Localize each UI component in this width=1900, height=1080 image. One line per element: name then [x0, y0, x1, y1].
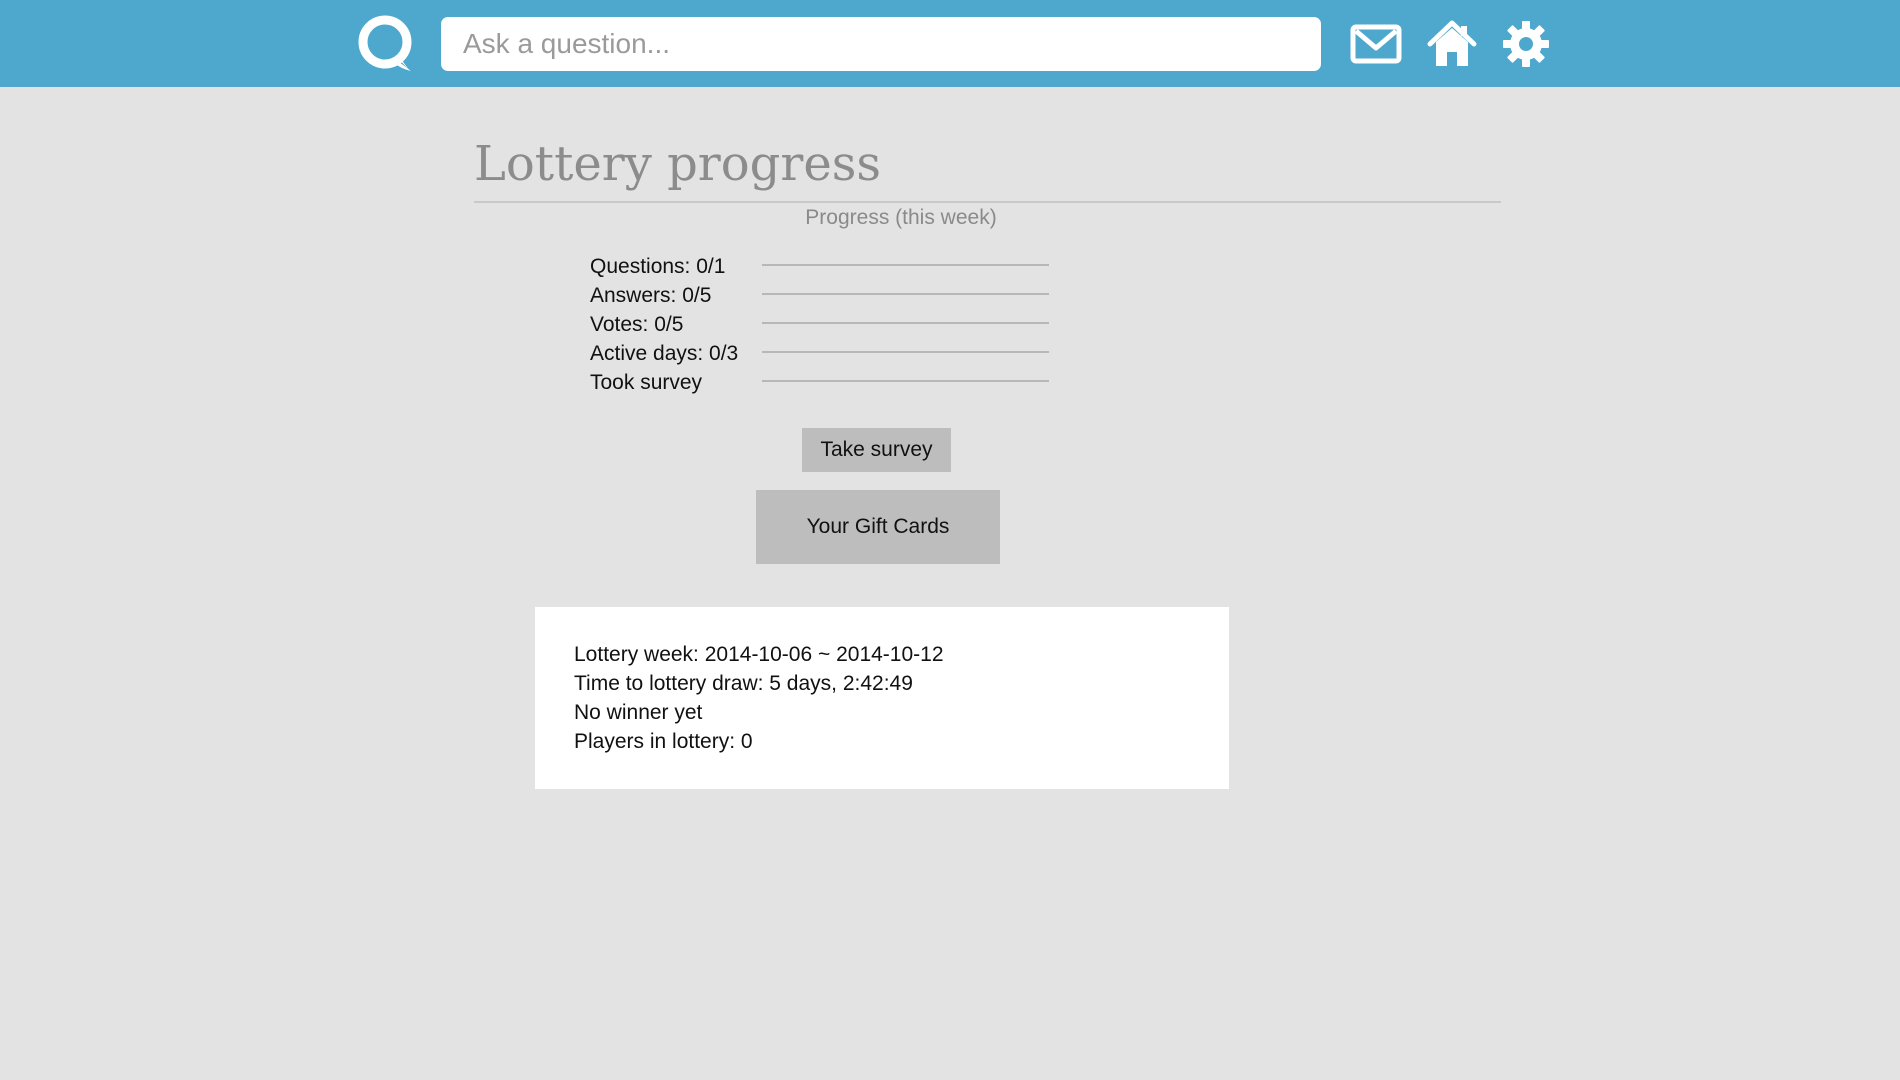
- logo-icon[interactable]: [357, 15, 415, 73]
- search-input[interactable]: [441, 17, 1321, 71]
- progress-label: Answers: 0/5: [590, 283, 712, 307]
- progress-label: Questions: 0/1: [590, 254, 726, 278]
- progress-label: Votes: 0/5: [590, 312, 684, 336]
- progress-row-questions: Questions: 0/1: [590, 252, 1050, 281]
- progress-bar: [762, 380, 1049, 382]
- progress-label: Took survey: [590, 370, 703, 394]
- mail-icon[interactable]: [1350, 18, 1402, 70]
- progress-bar: [762, 264, 1049, 266]
- progress-caption: Progress (this week): [805, 206, 997, 229]
- progress-bar: [762, 351, 1049, 353]
- time-to-draw: Time to lottery draw: 5 days, 2:42:49: [574, 672, 913, 695]
- lottery-week: Lottery week: 2014-10-06 ~ 2014-10-12: [574, 643, 944, 666]
- progress-bar: [762, 322, 1049, 324]
- lottery-info-card: Lottery week: 2014-10-06 ~ 2014-10-12 Ti…: [535, 607, 1229, 789]
- progress-row-took-survey: Took survey: [590, 368, 1050, 397]
- gift-cards-button[interactable]: Your Gift Cards: [756, 490, 1000, 564]
- progress-list: Questions: 0/1 Answers: 0/5 Votes: 0/5 A…: [590, 252, 1050, 397]
- take-survey-button[interactable]: Take survey: [802, 428, 951, 472]
- progress-row-active-days: Active days: 0/3: [590, 339, 1050, 368]
- title-divider: [474, 201, 1501, 203]
- winner-status: No winner yet: [574, 701, 703, 724]
- top-bar: [0, 0, 1900, 87]
- progress-label: Active days: 0/3: [590, 341, 739, 365]
- progress-row-answers: Answers: 0/5: [590, 281, 1050, 310]
- page-title: Lottery progress: [474, 136, 881, 192]
- progress-bar: [762, 293, 1049, 295]
- players-count: Players in lottery: 0: [574, 730, 753, 753]
- progress-row-votes: Votes: 0/5: [590, 310, 1050, 339]
- gear-icon[interactable]: [1500, 18, 1552, 70]
- home-icon[interactable]: [1426, 18, 1478, 70]
